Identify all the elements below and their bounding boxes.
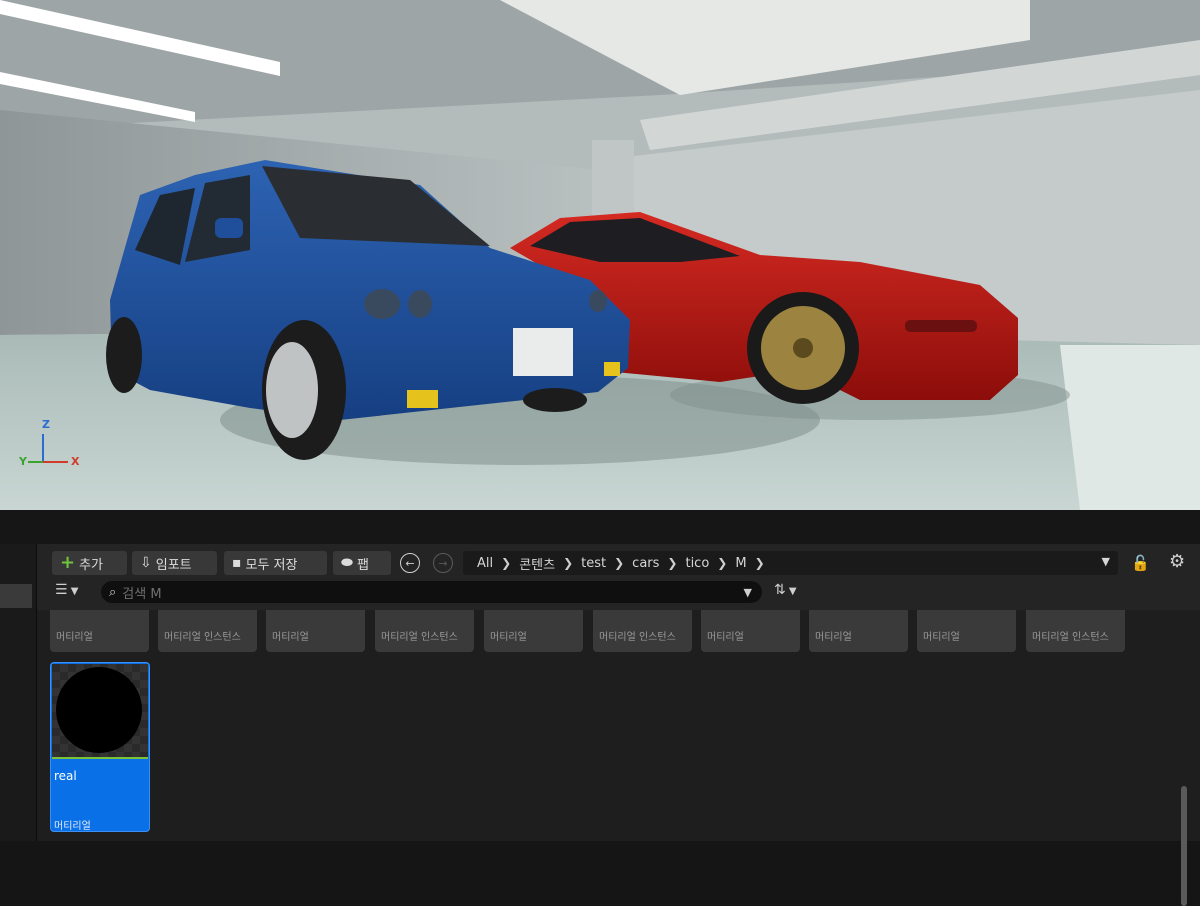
content-browser: + 추가 ⇩ 임포트 ▪ 모두 저장 ⬬ 팹 ← → All ❯ 콘텐츠 ❯ t… bbox=[37, 544, 1200, 906]
left-panel-selected-item[interactable] bbox=[0, 584, 32, 608]
asset-tile[interactable]: 머티리얼 bbox=[266, 610, 365, 652]
vertical-scrollbar[interactable] bbox=[1181, 786, 1187, 906]
chevron-down-icon[interactable]: ▼ bbox=[744, 586, 752, 599]
back-icon: ← bbox=[405, 556, 415, 570]
chevron-down-icon: ▼ bbox=[67, 586, 79, 597]
level-viewport[interactable]: Z Y X bbox=[0, 0, 1200, 510]
search-placeholder: 검색 M bbox=[122, 586, 162, 602]
forward-button[interactable]: → bbox=[433, 553, 453, 573]
search-icon: ⌕ bbox=[109, 584, 117, 600]
fab-button[interactable]: ⬬ 팹 bbox=[333, 551, 391, 575]
asset-tile[interactable]: 머티리얼 bbox=[484, 610, 583, 652]
axis-gizmo: Z Y X bbox=[16, 418, 86, 474]
asset-tile[interactable]: 머티리얼 bbox=[917, 610, 1016, 652]
chevron-right-icon[interactable]: ❯ bbox=[614, 556, 624, 570]
viewport-scene bbox=[0, 0, 1200, 510]
fab-icon: ⬬ bbox=[341, 555, 353, 571]
save-all-button[interactable]: ▪ 모두 저장 bbox=[224, 551, 327, 575]
forward-icon: → bbox=[438, 556, 448, 570]
save-icon: ▪ bbox=[232, 555, 242, 571]
chevron-down-icon: ▼ bbox=[785, 586, 797, 597]
asset-type-color-bar bbox=[52, 757, 148, 759]
fab-button-label: 팹 bbox=[356, 557, 369, 573]
chevron-right-icon[interactable]: ❯ bbox=[667, 556, 677, 570]
search-input[interactable]: ⌕ 검색 M ▼ bbox=[101, 581, 762, 603]
add-button-label: 추가 bbox=[79, 557, 104, 573]
axis-x-label: X bbox=[71, 455, 80, 468]
asset-tile[interactable]: 머티리얼 인스턴스 bbox=[158, 610, 257, 652]
asset-tile-selected[interactable]: real 머티리얼 bbox=[50, 662, 150, 832]
chevron-right-icon[interactable]: ❯ bbox=[501, 556, 511, 570]
sort-button[interactable]: ⇅ ▼ bbox=[774, 582, 797, 598]
left-dock-panel bbox=[0, 544, 37, 841]
material-preview-sphere bbox=[56, 667, 142, 753]
import-button[interactable]: ⇩ 임포트 bbox=[132, 551, 217, 575]
asset-tile[interactable]: 머티리얼 인스턴스 bbox=[1026, 610, 1125, 652]
breadcrumb[interactable]: All ❯ 콘텐츠 ❯ test ❯ cars ❯ tico ❯ M ❯ ▼ bbox=[463, 551, 1118, 575]
import-button-label: 임포트 bbox=[155, 557, 192, 573]
asset-tile[interactable]: 머티리얼 인스턴스 bbox=[375, 610, 474, 652]
breadcrumb-item-content[interactable]: 콘텐츠 bbox=[511, 554, 563, 573]
sort-icon: ⇅ bbox=[774, 582, 786, 598]
save-all-button-label: 모두 저장 bbox=[245, 557, 298, 573]
chevron-down-icon[interactable]: ▼ bbox=[1102, 555, 1110, 568]
import-icon: ⇩ bbox=[140, 555, 152, 571]
breadcrumb-item-all[interactable]: All bbox=[463, 556, 501, 571]
asset-name: real bbox=[54, 769, 77, 783]
asset-tile[interactable]: 머티리얼 인스턴스 bbox=[593, 610, 692, 652]
panel-separator bbox=[0, 510, 1200, 544]
axis-z-label: Z bbox=[42, 418, 50, 431]
back-button[interactable]: ← bbox=[400, 553, 420, 573]
breadcrumb-item-tico[interactable]: tico bbox=[677, 556, 717, 571]
filter-icon: ☰ bbox=[55, 582, 68, 598]
add-button[interactable]: + 추가 bbox=[52, 551, 127, 575]
asset-tile[interactable]: 머티리얼 bbox=[701, 610, 800, 652]
asset-grid[interactable]: 머티리얼 머티리얼 인스턴스 머티리얼 머티리얼 인스턴스 머티리얼 머티리얼 … bbox=[37, 610, 1200, 906]
plus-icon: + bbox=[60, 552, 76, 573]
chevron-right-icon[interactable]: ❯ bbox=[717, 556, 727, 570]
lock-icon[interactable]: 🔓 bbox=[1131, 554, 1150, 572]
chevron-right-icon[interactable]: ❯ bbox=[755, 556, 765, 570]
filter-button[interactable]: ☰ ▼ bbox=[55, 582, 78, 598]
axis-y-label: Y bbox=[19, 455, 27, 468]
breadcrumb-item-test[interactable]: test bbox=[573, 556, 614, 571]
asset-tile[interactable]: 머티리얼 bbox=[809, 610, 908, 652]
chevron-right-icon[interactable]: ❯ bbox=[563, 556, 573, 570]
gear-icon[interactable]: ⚙ bbox=[1169, 551, 1185, 572]
asset-tile[interactable]: 머티리얼 bbox=[50, 610, 149, 652]
asset-type: 머티리얼 bbox=[54, 821, 91, 832]
breadcrumb-item-m[interactable]: M bbox=[727, 556, 754, 571]
breadcrumb-item-cars[interactable]: cars bbox=[624, 556, 667, 571]
